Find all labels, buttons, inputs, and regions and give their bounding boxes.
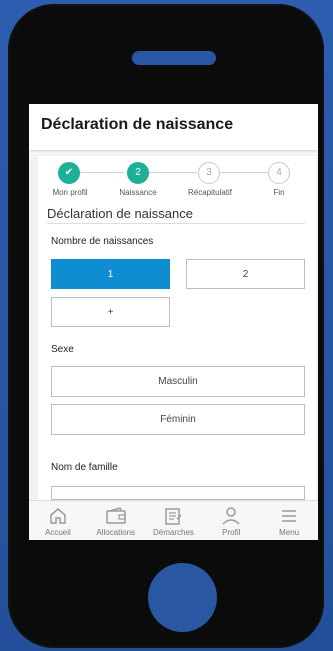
tab-accueil[interactable]: Accueil — [29, 501, 87, 540]
tab-allocations-label: Allocations — [96, 528, 136, 537]
menu-icon — [282, 510, 297, 522]
progress-stepper: ✔ 2 3 4 Mon profil Naissance Récapitulat… — [38, 160, 316, 200]
step-3-label: Récapitulatif — [187, 188, 233, 197]
tab-menu-label: Menu — [279, 528, 300, 537]
step-connector — [147, 172, 197, 173]
tab-demarches-label: Démarches — [153, 528, 194, 537]
step-4-label: Fin — [273, 188, 285, 197]
sex-male-button[interactable]: Masculin — [51, 366, 305, 397]
tab-menu[interactable]: Menu — [260, 501, 318, 540]
phone-home-button — [148, 563, 217, 632]
form-card: ✔ 2 3 4 Mon profil Naissance Récapitulat… — [38, 156, 316, 500]
sex-label: Sexe — [51, 344, 74, 355]
births-option-more-button[interactable]: + — [51, 297, 170, 327]
page-title: Déclaration de naissance — [41, 116, 234, 133]
step-4-circle: 4 — [268, 162, 290, 184]
sex-female-button[interactable]: Féminin — [51, 404, 305, 435]
section-divider — [47, 223, 305, 224]
tab-accueil-label: Accueil — [45, 528, 71, 537]
tab-profil[interactable]: Profil — [202, 501, 260, 540]
family-name-field[interactable] — [51, 486, 305, 500]
step-1-check-icon: ✔ — [58, 162, 80, 184]
births-option-2-button[interactable]: 2 — [186, 259, 305, 289]
phone-screen: Déclaration de naissance ✔ 2 3 4 Mon pro… — [29, 104, 318, 540]
document-icon — [165, 508, 183, 525]
home-icon — [50, 508, 66, 524]
section-title: Déclaration de naissance — [47, 206, 193, 221]
bottom-tab-bar: Accueil Allocations Démarches Profil Men… — [29, 500, 318, 540]
user-icon — [222, 507, 240, 525]
step-3-circle: 3 — [198, 162, 220, 184]
step-2-label: Naissance — [119, 188, 157, 197]
step-2-circle: 2 — [127, 162, 149, 184]
births-label: Nombre de naissances — [51, 236, 154, 247]
phone-speaker — [132, 51, 216, 65]
family-name-label: Nom de famille — [51, 462, 118, 473]
tab-profil-label: Profil — [222, 528, 241, 537]
births-option-1-button[interactable]: 1 — [51, 259, 170, 289]
app-header: Déclaration de naissance — [29, 104, 318, 150]
tab-allocations[interactable]: Allocations — [87, 501, 145, 540]
main-content: ✔ 2 3 4 Mon profil Naissance Récapitulat… — [29, 154, 318, 500]
step-1-label: Mon profil — [52, 188, 88, 197]
wallet-icon — [105, 507, 126, 524]
tab-demarches[interactable]: Démarches — [145, 501, 203, 540]
